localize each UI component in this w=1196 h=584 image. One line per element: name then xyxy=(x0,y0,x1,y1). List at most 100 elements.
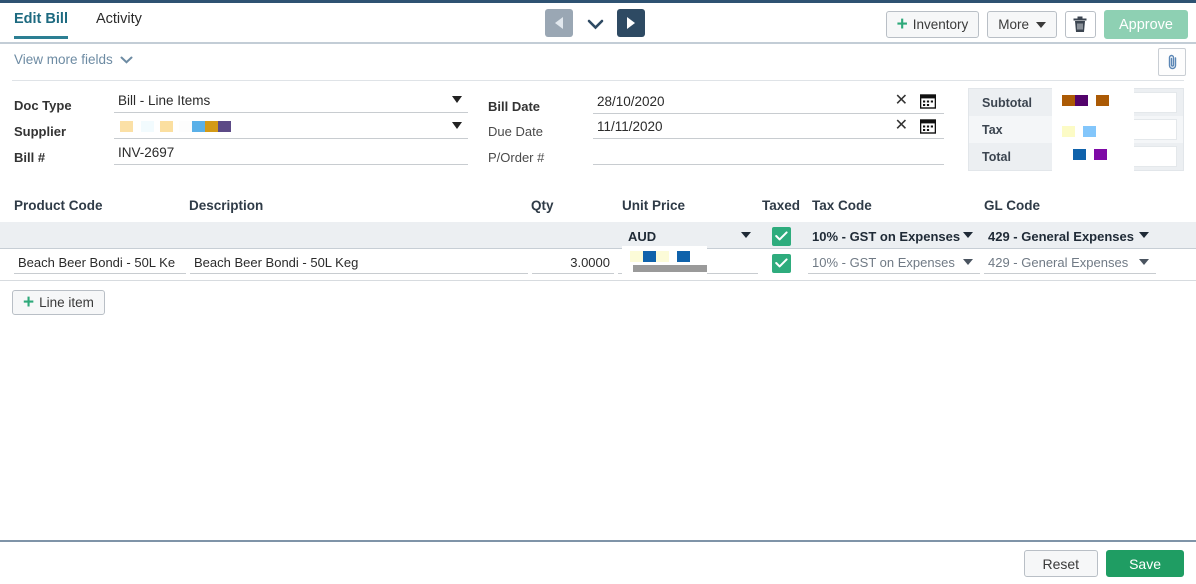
dropdown-arrow-icon[interactable] xyxy=(1139,232,1149,238)
tab-edit-bill[interactable]: Edit Bill xyxy=(14,11,68,39)
default-gl-code-value: 429 - General Expenses xyxy=(988,228,1134,244)
column-header-unit-price: Unit Price xyxy=(622,198,686,213)
subtotal-label: Subtotal xyxy=(982,95,1032,110)
purchase-order-label: P/Order # xyxy=(488,150,545,165)
default-tax-code-select[interactable]: 10% - GST on Expenses xyxy=(808,225,980,247)
bill-date-input[interactable]: 28/10/2020 ✕ xyxy=(593,90,944,114)
supplier-redaction-overlay xyxy=(110,114,231,138)
inventory-button-label: Inventory xyxy=(912,17,969,32)
totals-redaction-overlay xyxy=(1052,88,1134,171)
purchase-order-input[interactable] xyxy=(593,141,944,165)
supplier-label: Supplier xyxy=(14,124,67,139)
row-product-code-value: Beach Beer Bondi - 50L Ke xyxy=(18,255,176,270)
column-header-product-code: Product Code xyxy=(14,198,103,213)
doc-type-field: Doc Type Bill - Line Items xyxy=(14,89,468,113)
tab-bar: Edit Bill Activity xyxy=(14,11,170,39)
tax-label: Tax xyxy=(982,122,1003,137)
calendar-icon[interactable] xyxy=(919,118,937,137)
save-button-label: Save xyxy=(1129,555,1161,572)
unit-price-redaction-overlay xyxy=(622,246,707,275)
footer-actions: Reset Save xyxy=(1023,550,1184,577)
footer-bar: Reset Save xyxy=(0,540,1196,584)
trash-icon xyxy=(1073,16,1087,32)
view-more-fields-toggle[interactable]: View more fields xyxy=(14,52,133,67)
bill-date-label: Bill Date xyxy=(488,99,541,114)
view-more-fields-label: View more fields xyxy=(14,52,113,67)
row-description-value: Beach Beer Bondi - 50L Keg xyxy=(194,255,359,270)
dropdown-arrow-icon[interactable] xyxy=(1139,259,1149,265)
plus-icon: + xyxy=(896,14,908,35)
due-date-label: Due Date xyxy=(488,124,543,139)
plus-icon: + xyxy=(23,292,35,313)
clear-bill-date-icon[interactable]: ✕ xyxy=(895,93,908,109)
default-currency-value: AUD xyxy=(628,228,657,244)
row-taxed-checkbox[interactable] xyxy=(772,252,794,274)
default-tax-code-value: 10% - GST on Expenses xyxy=(812,228,961,244)
checkbox-checked-icon xyxy=(772,253,791,273)
default-gl-code-select[interactable]: 429 - General Expenses xyxy=(984,225,1156,247)
doc-type-select[interactable]: Bill - Line Items xyxy=(114,89,468,113)
due-date-value: 11/11/2020 xyxy=(597,119,663,134)
record-navigation xyxy=(545,9,645,37)
more-button[interactable]: More xyxy=(987,11,1057,38)
row-tax-code-select[interactable]: 10% - GST on Expenses xyxy=(808,252,980,274)
row-gl-code-value: 429 - General Expenses xyxy=(988,255,1129,270)
bill-number-field: Bill # INV-2697 xyxy=(14,141,468,165)
triangle-right-icon xyxy=(627,17,635,29)
expand-toggle-button[interactable] xyxy=(573,17,617,30)
previous-record-button[interactable] xyxy=(545,9,573,37)
dropdown-arrow-icon[interactable] xyxy=(741,232,751,238)
row-product-code-input[interactable]: Beach Beer Bondi - 50L Ke xyxy=(14,252,186,274)
chevron-down-icon xyxy=(587,19,603,29)
attachments-button[interactable] xyxy=(1158,48,1186,76)
approve-button[interactable]: Approve xyxy=(1103,10,1188,39)
save-button[interactable]: Save xyxy=(1106,550,1184,577)
column-header-taxed: Taxed xyxy=(762,198,801,213)
delete-button[interactable] xyxy=(1064,11,1096,38)
checkbox-checked-icon xyxy=(772,226,791,246)
sub-header: View more fields xyxy=(0,46,1196,80)
clear-due-date-icon[interactable]: ✕ xyxy=(895,118,908,134)
column-header-description: Description xyxy=(189,198,264,213)
next-record-button[interactable] xyxy=(617,9,645,37)
dropdown-arrow-icon[interactable] xyxy=(452,122,462,129)
bill-date-value: 28/10/2020 xyxy=(597,94,665,109)
paperclip-icon xyxy=(1168,54,1176,70)
chevron-down-icon xyxy=(1035,21,1046,28)
default-currency-select[interactable]: AUD xyxy=(618,225,758,247)
purchase-order-field: P/Order # xyxy=(488,141,944,165)
row-tax-code-value: 10% - GST on Expenses xyxy=(812,255,955,270)
header-divider xyxy=(12,80,1184,81)
dropdown-arrow-icon[interactable] xyxy=(963,259,973,265)
line-items-table: Product Code Description Qty Unit Price … xyxy=(0,195,1196,281)
column-header-gl-code: GL Code xyxy=(984,198,1041,213)
reset-button[interactable]: Reset xyxy=(1023,550,1099,577)
column-header-qty: Qty xyxy=(531,198,554,213)
due-date-input[interactable]: 11/11/2020 ✕ xyxy=(593,115,944,139)
dropdown-arrow-icon[interactable] xyxy=(963,232,973,238)
chevron-down-icon xyxy=(120,56,133,64)
table-header-row: Product Code Description Qty Unit Price … xyxy=(0,195,1196,224)
due-date-field: Due Date 11/11/2020 ✕ xyxy=(488,115,944,139)
tab-activity[interactable]: Activity xyxy=(96,11,142,36)
bill-number-value: INV-2697 xyxy=(118,145,175,160)
add-line-item-button[interactable]: + Line item xyxy=(12,290,105,315)
top-toolbar: Edit Bill Activity + Inventory More Appr… xyxy=(0,3,1196,44)
row-qty-value: 3.0000 xyxy=(570,255,610,270)
row-divider xyxy=(0,280,1196,281)
bill-date-field: Bill Date 28/10/2020 ✕ xyxy=(488,90,944,114)
row-qty-input[interactable]: 3.0000 xyxy=(532,252,614,274)
inventory-button[interactable]: + Inventory xyxy=(885,11,980,38)
triangle-left-icon xyxy=(555,17,563,29)
column-header-tax-code: Tax Code xyxy=(812,198,872,213)
row-gl-code-select[interactable]: 429 - General Expenses xyxy=(984,252,1156,274)
reset-button-label: Reset xyxy=(1042,555,1080,572)
bill-number-input[interactable]: INV-2697 xyxy=(114,141,468,165)
row-description-input[interactable]: Beach Beer Bondi - 50L Keg xyxy=(190,252,528,274)
calendar-icon[interactable] xyxy=(919,93,937,112)
more-button-label: More xyxy=(998,17,1029,32)
approve-button-label: Approve xyxy=(1118,16,1173,33)
supplier-field: Supplier xyxy=(14,115,468,139)
dropdown-arrow-icon[interactable] xyxy=(452,96,462,103)
default-taxed-checkbox[interactable] xyxy=(772,225,794,247)
